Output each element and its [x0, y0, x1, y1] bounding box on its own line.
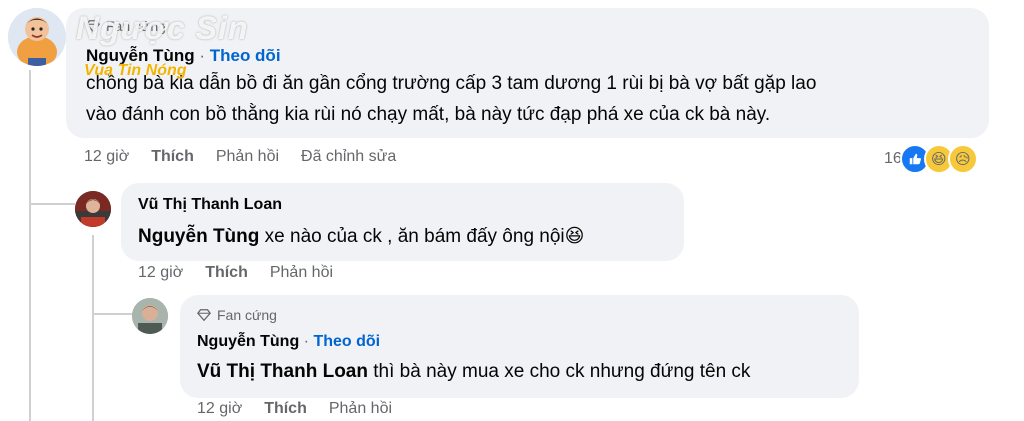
fan-badge: Fan cứng [197, 307, 277, 323]
badge-label: Fan cứng [217, 307, 277, 323]
timestamp[interactable]: 12 giờ [138, 264, 183, 282]
comment-text: Nguyễn Tùng xe nào của ck , ăn bám đấy ô… [138, 221, 678, 252]
profile-photo-icon [75, 191, 111, 227]
comment-text-content: xe nào của ck , ăn bám đấy ông nội [259, 226, 565, 247]
diamond-icon [197, 309, 211, 322]
avatar[interactable] [8, 8, 66, 66]
author-name[interactable]: Vũ Thị Thanh Loan [138, 196, 282, 213]
separator: · [299, 333, 314, 350]
mention-link[interactable]: Vũ Thị Thanh Loan [197, 361, 368, 382]
sad-reaction-icon: 😥 [947, 144, 978, 174]
reaction-summary[interactable]: 16 😆 😥 [884, 144, 978, 174]
comment-text-line: chồng bà kia dẫn bồ đi ăn gần cổng trườn… [86, 73, 817, 94]
comment-header: Nguyễn Tùng · Theo dõi [197, 333, 380, 351]
thread-line-main [29, 70, 31, 421]
reply-button[interactable]: Phản hồi [270, 264, 333, 282]
thread-connector-1 [29, 203, 75, 205]
watermark-subtitle: Vua Tin Nóng [84, 62, 187, 79]
timestamp[interactable]: 12 giờ [84, 148, 129, 166]
comment-text-line: vào đánh con bồ thằng kia rùi nó chạy mấ… [86, 104, 771, 125]
reply-button[interactable]: Phản hồi [216, 148, 279, 166]
reply-button[interactable]: Phản hồi [329, 400, 392, 418]
separator: · [194, 46, 210, 65]
like-button[interactable]: Thích [264, 400, 307, 418]
comment-actions: 12 giờ Thích Phản hồi Đã chỉnh sửa [84, 148, 396, 166]
author-name[interactable]: Nguyễn Tùng [197, 333, 299, 350]
comment-text: chồng bà kia dẫn bồ đi ăn gần cổng trườn… [86, 68, 981, 130]
haha-emoji: 😆 [564, 226, 585, 247]
timestamp[interactable]: 12 giờ [197, 400, 242, 418]
profile-photo-icon [132, 298, 168, 334]
edited-label: Đã chỉnh sửa [301, 148, 397, 165]
like-button[interactable]: Thích [151, 148, 194, 166]
like-button[interactable]: Thích [205, 264, 248, 282]
watermark-title: Ngược Sin [76, 10, 249, 46]
follow-link[interactable]: Theo dõi [210, 46, 281, 65]
comment-header: Vũ Thị Thanh Loan [138, 196, 282, 214]
mention-link[interactable]: Nguyễn Tùng [138, 226, 259, 247]
follow-link[interactable]: Theo dõi [313, 333, 380, 350]
thread-connector-2 [92, 313, 132, 315]
cartoon-avatar-icon [8, 8, 66, 66]
comment-text: Vũ Thị Thanh Loan thì bà này mua xe cho … [197, 356, 857, 387]
comment-text-content: thì bà này mua xe cho ck nhưng đứng tên … [367, 361, 751, 382]
avatar[interactable] [132, 298, 168, 334]
avatar[interactable] [75, 191, 111, 227]
thread-line-sub [92, 235, 94, 421]
comment-actions: 12 giờ Thích Phản hồi [197, 400, 392, 418]
comment-actions: 12 giờ Thích Phản hồi [138, 264, 333, 282]
